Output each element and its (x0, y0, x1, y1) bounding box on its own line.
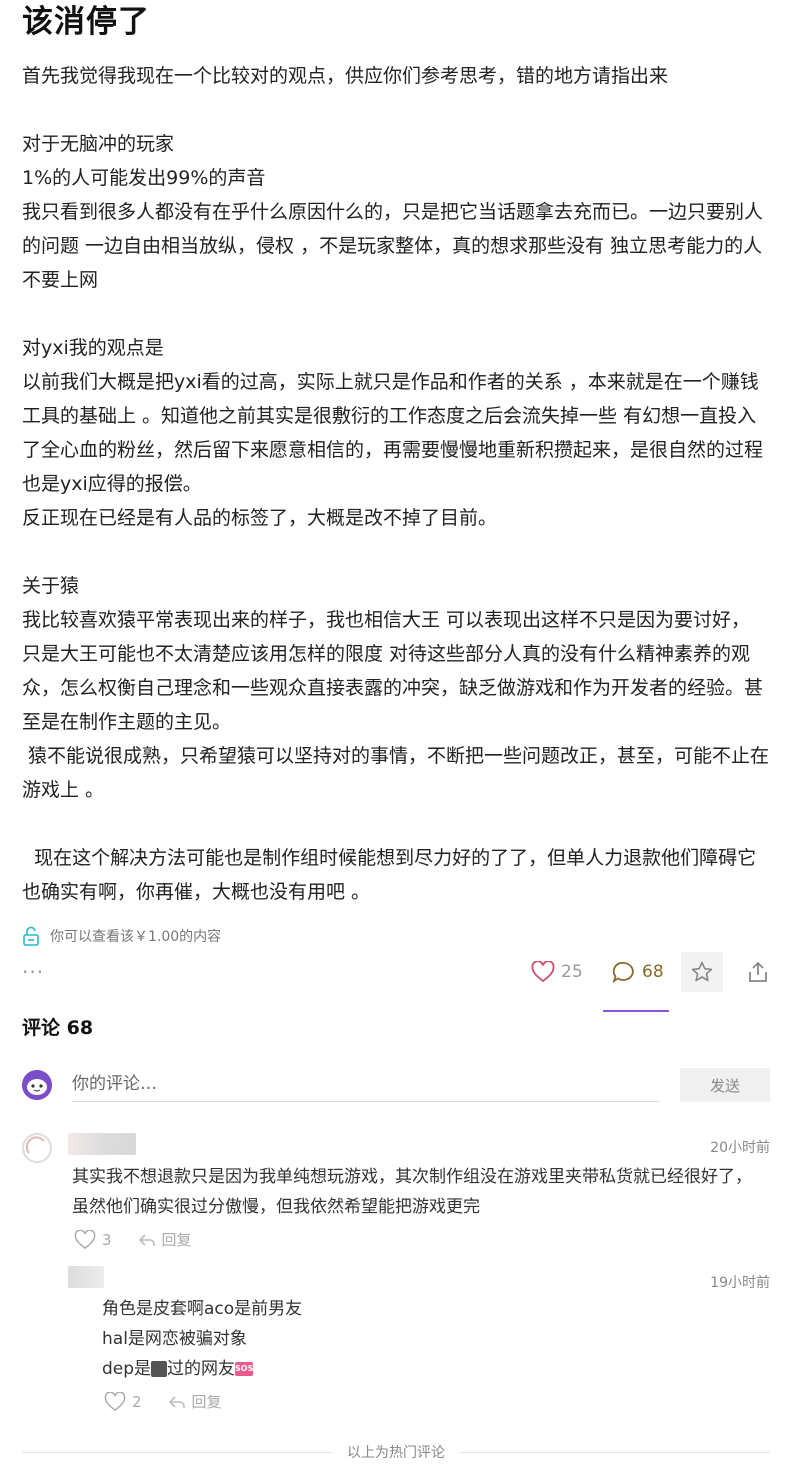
comment-actions: 3 回复 (74, 1229, 192, 1250)
post-action-bar: ··· 25 68 (0, 950, 788, 1014)
reply-like-count: 2 (132, 1392, 142, 1411)
comment-like-count: 3 (102, 1230, 112, 1249)
footer-text: 以上为热门评论 (347, 1445, 445, 1461)
comment-time: 20小时前 (710, 1140, 770, 1156)
reply-icon (168, 1395, 185, 1408)
sos-emoji: SOS (235, 1362, 253, 1376)
reply-like-button[interactable]: 2 (104, 1391, 142, 1412)
paragraph (22, 93, 774, 127)
comment-count: 68 (642, 962, 664, 982)
comment-bubble-icon (612, 961, 634, 983)
avatar[interactable] (22, 1133, 52, 1163)
paragraph: 关于猿 (22, 575, 80, 597)
paragraph: 1%的人可能发出99%的声音 (22, 167, 266, 189)
paragraph: 对于无脑冲的玩家 (22, 133, 175, 155)
unlock-icon (22, 926, 40, 946)
active-tab-indicator (603, 1010, 669, 1012)
hot-comments-footer: 以上为热门评论 (22, 1440, 770, 1464)
post-title: 该消停了 (22, 4, 150, 40)
reply-text: 角色是皮套啊aco是前男友 hal是网恋被骗对象 dep是 过的网友SOS (102, 1294, 788, 1384)
share-icon (749, 961, 767, 982)
paragraph: 以前我们大概是把yxi看的过高，实际上就只是作品和作者的关系 ，本来就是在一个赚… (22, 371, 770, 495)
reply-label: 回复 (161, 1231, 192, 1249)
unlock-text: 你可以查看该￥1.00的内容 (50, 929, 222, 945)
star-icon (691, 961, 713, 982)
reply-username[interactable] (68, 1266, 104, 1288)
paragraph (22, 535, 774, 569)
comments-header: 评论 68 (22, 1017, 94, 1039)
reply-icon (138, 1233, 155, 1246)
paragraph (22, 807, 774, 841)
like-button[interactable]: 25 (531, 950, 583, 994)
heart-icon (531, 961, 555, 983)
like-count: 25 (561, 962, 583, 982)
send-button[interactable]: 发送 (680, 1068, 770, 1102)
paragraph (22, 297, 774, 331)
reply-line: 角色是皮套啊aco是前男友 (102, 1299, 303, 1319)
my-avatar (22, 1070, 52, 1100)
share-button[interactable] (744, 950, 772, 994)
comment-like-button[interactable]: 3 (74, 1229, 112, 1250)
comment-input[interactable] (72, 1066, 660, 1102)
reply-actions: 2 回复 (104, 1391, 222, 1412)
paragraph: 猿不能说很成熟，只希望猿可以坚持对的事情，不断把一些问题改正，甚至，可能不止在游… (22, 745, 770, 801)
comment-text: 其实我不想退款只是因为我单纯想玩游戏，其次制作组没在游戏里夹带私货就已经很好了，… (72, 1167, 752, 1217)
favorite-button[interactable] (681, 952, 723, 992)
reply-time: 19小时前 (710, 1275, 770, 1291)
redacted-emoji (151, 1361, 168, 1377)
reply-button[interactable]: 回复 (138, 1229, 192, 1250)
reply-line: hal是网恋被骗对象 (102, 1329, 247, 1349)
post-body: 首先我觉得我现在一个比较对的观点，供应你们参考思考，错的地方请指出来 对于无脑冲… (22, 59, 774, 909)
paid-content-unlock[interactable]: 你可以查看该￥1.00的内容 (22, 925, 221, 947)
paragraph: 首先我觉得我现在一个比较对的观点，供应你们参考思考，错的地方请指出来 (22, 65, 669, 87)
heart-icon (104, 1391, 126, 1411)
paragraph: 现在这个解决方法可能也是制作组时候能想到尽力好的了了，但单人力退款他们障碍它也确… (22, 847, 757, 903)
comment-username[interactable] (68, 1133, 136, 1155)
reply-label: 回复 (191, 1393, 222, 1411)
heart-icon (74, 1229, 96, 1249)
comment-button[interactable]: 68 (612, 950, 664, 994)
reply-button[interactable]: 回复 (168, 1391, 222, 1412)
paragraph: 对yxi我的观点是 (22, 337, 164, 359)
more-options-button[interactable]: ··· (22, 960, 44, 984)
paragraph: 我只看到很多人都没有在乎什么原因什么的，只是把它当话题拿去充而已。一边只要别人的… (22, 201, 764, 291)
reply-line: dep是 过的网友SOS (102, 1359, 254, 1379)
paragraph: 我比较喜欢猿平常表现出来的样子，我也相信大王 可以表现出这样不只是因为要讨好， … (22, 609, 764, 733)
paragraph: 反正现在已经是有人品的标签了，大概是改不掉了目前。 (22, 507, 498, 529)
